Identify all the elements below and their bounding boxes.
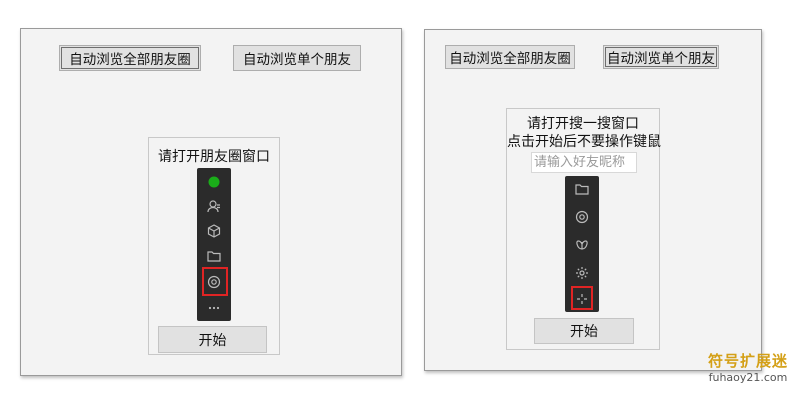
- folder-icon[interactable]: [206, 248, 222, 264]
- browse-all-moments-button[interactable]: 自动浏览全部朋友圈: [59, 45, 201, 71]
- folder-icon[interactable]: [574, 181, 590, 197]
- status-dot-icon: [206, 174, 222, 190]
- no-mouse-warning-label: 点击开始后不要操作键鼠: [507, 134, 661, 150]
- watermark-title: 符号扩展迷: [707, 352, 788, 370]
- butterfly-icon[interactable]: [574, 237, 590, 253]
- highlight-box: [202, 267, 228, 296]
- instruction-panel: 请打开搜一搜窗口 点击开始后不要操作键鼠 开始: [506, 108, 661, 350]
- browse-single-friend-button[interactable]: 自动浏览单个朋友: [233, 45, 361, 71]
- open-search-label: 请打开搜一搜窗口: [527, 116, 639, 132]
- instruction-panel: 请打开朋友圈窗口 开始: [148, 137, 280, 355]
- watermark-url: fuhaoy21.com: [708, 371, 788, 384]
- contacts-icon[interactable]: [206, 198, 222, 214]
- more-icon[interactable]: [206, 300, 222, 316]
- moments-icon[interactable]: [574, 209, 590, 225]
- left-app-window: 自动浏览全部朋友圈 自动浏览单个朋友 请打开朋友圈窗口 开始: [20, 28, 402, 376]
- friend-nickname-input[interactable]: [531, 152, 637, 173]
- start-button[interactable]: 开始: [534, 318, 634, 344]
- box-icon[interactable]: [206, 223, 222, 239]
- open-moments-label: 请打开朋友圈窗口: [158, 149, 270, 165]
- highlight-box: [571, 286, 593, 310]
- settings-icon[interactable]: [574, 265, 590, 281]
- browse-all-moments-button[interactable]: 自动浏览全部朋友圈: [445, 45, 575, 69]
- watermark: 符号扩展迷 fuhaoy21.com: [708, 350, 788, 384]
- browse-single-friend-button[interactable]: 自动浏览单个朋友: [603, 45, 719, 69]
- wechat-sidebar: [197, 168, 231, 321]
- start-button[interactable]: 开始: [158, 326, 267, 353]
- right-app-window: 自动浏览全部朋友圈 自动浏览单个朋友 请打开搜一搜窗口 点击开始后不要操作键鼠 …: [424, 29, 762, 371]
